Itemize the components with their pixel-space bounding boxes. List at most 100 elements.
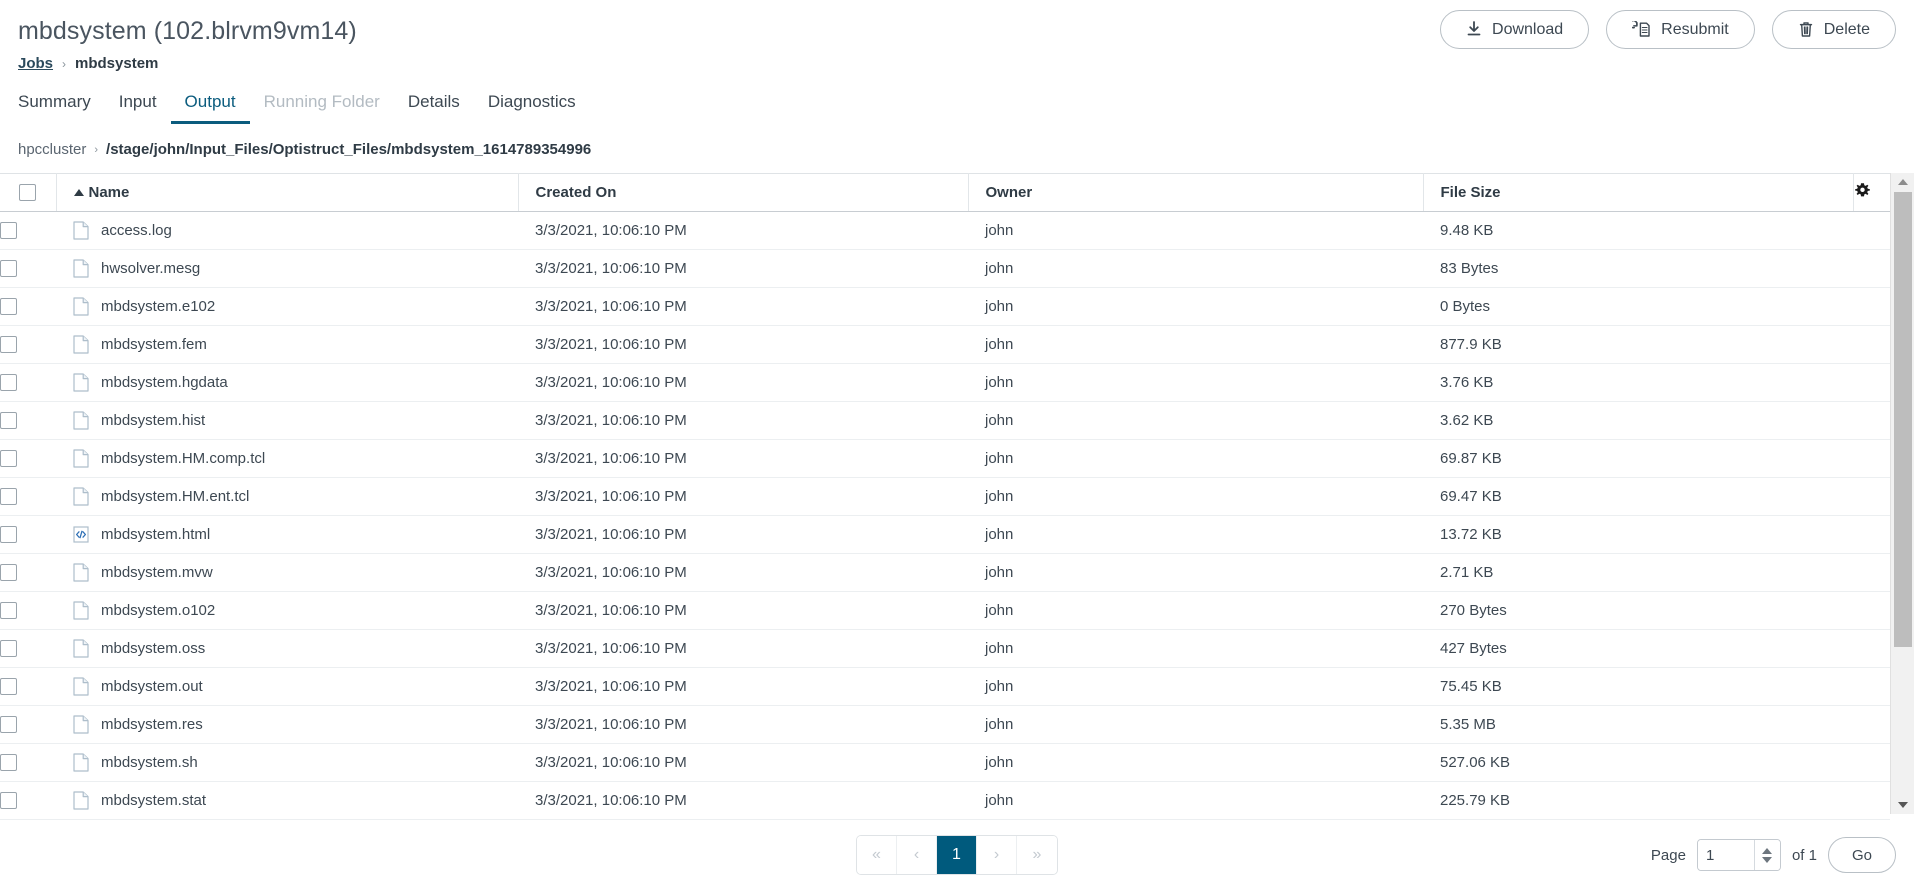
delete-button[interactable]: Delete (1771, 10, 1896, 49)
scroll-up-button[interactable] (1891, 173, 1914, 191)
gear-icon[interactable] (1854, 182, 1871, 199)
page-number-stepper[interactable] (1696, 839, 1781, 871)
stepper-increment-icon[interactable] (1762, 847, 1773, 854)
row-checkbox[interactable] (0, 298, 17, 316)
table-row[interactable]: mbdsystem.out 3/3/2021, 10:06:10 PM john 75… (0, 667, 1890, 706)
tab-output[interactable]: Output (170, 92, 250, 124)
file-name-label[interactable]: mbdsystem.fem (101, 336, 207, 353)
table-row[interactable]: mbdsystem.HM.ent.tcl 3/3/2021, 10:06:10 P… (0, 477, 1890, 516)
table-row[interactable]: mbdsystem.HM.comp.tcl 3/3/2021, 10:06:10 … (0, 439, 1890, 478)
file-name-label[interactable]: mbdsystem.hist (101, 412, 205, 429)
stepper-decrement-icon[interactable] (1762, 856, 1773, 863)
scrollbar-thumb[interactable] (1894, 192, 1912, 647)
pagination-page-1[interactable]: 1 (937, 836, 977, 874)
file-name-label[interactable]: mbdsystem.mvw (101, 564, 213, 581)
row-select-cell (0, 363, 56, 402)
table-row[interactable]: mbdsystem.fem 3/3/2021, 10:06:10 PM john 87… (0, 325, 1890, 364)
table-row[interactable]: mbdsystem.oss 3/3/2021, 10:06:10 PM john 42… (0, 629, 1890, 668)
tab-summary[interactable]: Summary (18, 92, 105, 124)
resubmit-button[interactable]: Resubmit (1606, 10, 1755, 49)
file-icon (73, 487, 89, 506)
table-row[interactable]: access.log 3/3/2021, 10:06:10 PM john 9.48 … (0, 211, 1890, 250)
file-name-label[interactable]: mbdsystem.HM.ent.tcl (101, 488, 249, 505)
file-name-label[interactable]: mbdsystem.res (101, 716, 203, 733)
breadcrumb: Jobs › mbdsystem (18, 54, 1914, 74)
table-row[interactable]: mbdsystem.html 3/3/2021, 10:06:10 PM john 1… (0, 515, 1890, 554)
resubmit-button-label: Resubmit (1661, 20, 1729, 38)
table-row[interactable]: mbdsystem.o102 3/3/2021, 10:06:10 PM john 2… (0, 591, 1890, 630)
file-name-label[interactable]: mbdsystem.o102 (101, 602, 215, 619)
pagination-prev-button[interactable]: ‹ (897, 836, 937, 874)
row-checkbox[interactable] (0, 450, 17, 468)
path-host[interactable]: hpccluster (18, 140, 86, 160)
row-checkbox[interactable] (0, 754, 17, 772)
select-all-checkbox[interactable] (19, 184, 37, 201)
file-name-label[interactable]: mbdsystem.stat (101, 792, 206, 809)
file-icon (73, 639, 89, 658)
table-row[interactable]: mbdsystem.hist 3/3/2021, 10:06:10 PM john 3… (0, 401, 1890, 440)
breadcrumb-jobs-link[interactable]: Jobs (18, 54, 53, 74)
table-row[interactable]: mbdsystem.e102 3/3/2021, 10:06:10 PM john 0… (0, 287, 1890, 326)
pagination-next-button[interactable]: › (977, 836, 1017, 874)
row-checkbox[interactable] (0, 602, 17, 620)
file-name-label[interactable]: mbdsystem.hgdata (101, 374, 228, 391)
scroll-down-button[interactable] (1891, 796, 1914, 814)
file-name-label[interactable]: mbdsystem.out (101, 678, 203, 695)
column-header-name[interactable]: Name (56, 173, 519, 212)
column-header-owner[interactable]: Owner (968, 173, 1424, 212)
file-name-label[interactable]: mbdsystem.oss (101, 640, 205, 657)
row-spacer-cell (1853, 363, 1890, 402)
go-button[interactable]: Go (1827, 837, 1896, 873)
row-checkbox[interactable] (0, 412, 17, 430)
row-select-cell (0, 667, 56, 706)
file-name-label[interactable]: mbdsystem.sh (101, 754, 198, 771)
row-checkbox[interactable] (0, 336, 17, 354)
row-checkbox[interactable] (0, 260, 17, 278)
table-row[interactable]: mbdsystem.mvw 3/3/2021, 10:06:10 PM john 2.… (0, 553, 1890, 592)
row-checkbox[interactable] (0, 526, 17, 544)
file-size-cell: 69.47 KB (1423, 477, 1853, 516)
tab-details[interactable]: Details (394, 92, 474, 124)
pagination-first-button[interactable]: « (857, 836, 897, 874)
table-row[interactable]: mbdsystem.stat 3/3/2021, 10:06:10 PM john 2… (0, 781, 1890, 820)
row-spacer-cell (1853, 249, 1890, 288)
file-name-label[interactable]: mbdsystem.HM.comp.tcl (101, 450, 265, 467)
row-checkbox[interactable] (0, 678, 17, 696)
row-checkbox[interactable] (0, 488, 17, 506)
file-size-cell: 0 Bytes (1423, 287, 1853, 326)
page-stepper-buttons[interactable] (1753, 840, 1780, 870)
file-size-cell: 2.71 KB (1423, 553, 1853, 592)
owner-cell: john (968, 477, 1423, 516)
table-vertical-scrollbar[interactable] (1890, 173, 1914, 814)
table-row[interactable]: mbdsystem.res 3/3/2021, 10:06:10 PM john 5.… (0, 705, 1890, 744)
page-number-input[interactable] (1697, 840, 1754, 870)
file-name-label[interactable]: hwsolver.mesg (101, 260, 200, 277)
download-button[interactable]: Download (1440, 10, 1590, 49)
column-header-file-size-label: File Size (1440, 184, 1501, 201)
row-checkbox[interactable] (0, 640, 17, 658)
file-name-cell: mbdsystem.hist (56, 401, 518, 440)
file-name-label[interactable]: mbdsystem.e102 (101, 298, 215, 315)
column-header-created-on[interactable]: Created On (518, 173, 969, 212)
owner-cell: john (968, 629, 1423, 668)
file-icon (73, 753, 89, 772)
row-checkbox[interactable] (0, 716, 17, 734)
table-row[interactable]: mbdsystem.sh 3/3/2021, 10:06:10 PM john 527… (0, 743, 1890, 782)
column-header-file-size[interactable]: File Size (1423, 173, 1854, 212)
row-checkbox[interactable] (0, 792, 17, 810)
table-row[interactable]: hwsolver.mesg 3/3/2021, 10:06:10 PM john 83… (0, 249, 1890, 288)
tab-input[interactable]: Input (105, 92, 171, 124)
file-name-label[interactable]: mbdsystem.html (101, 526, 210, 543)
row-checkbox[interactable] (0, 374, 17, 392)
tab-diagnostics[interactable]: Diagnostics (474, 92, 590, 124)
delete-button-label: Delete (1823, 20, 1870, 38)
created-on-cell: 3/3/2021, 10:06:10 PM (518, 287, 968, 326)
row-select-cell (0, 515, 56, 554)
file-icon (73, 221, 89, 240)
file-name-label[interactable]: access.log (101, 222, 172, 239)
table-row[interactable]: mbdsystem.hgdata 3/3/2021, 10:06:10 PM joh… (0, 363, 1890, 402)
row-checkbox[interactable] (0, 222, 17, 240)
pagination-last-button[interactable]: » (1017, 836, 1057, 874)
row-checkbox[interactable] (0, 564, 17, 582)
file-size-cell: 877.9 KB (1423, 325, 1853, 364)
